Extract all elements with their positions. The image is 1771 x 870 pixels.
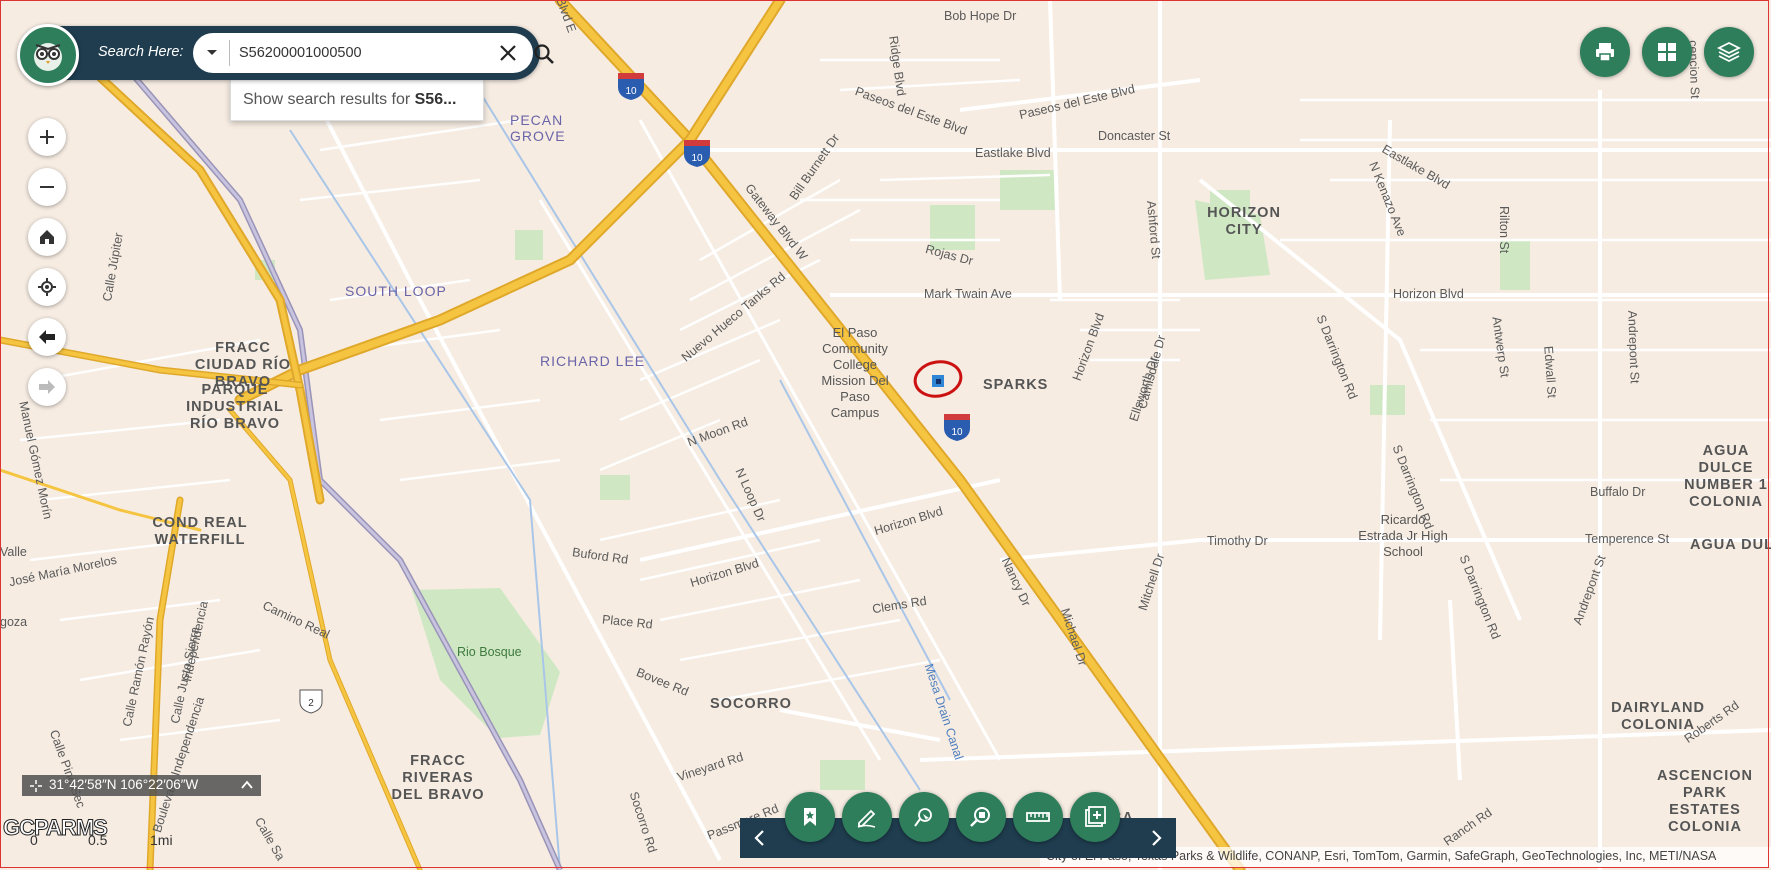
neighborhood-label: SOUTH LOOP — [345, 283, 447, 299]
street-label: Temperence St — [1585, 532, 1670, 546]
search-area-button[interactable] — [956, 792, 1006, 842]
suggestion-prefix: Show search results for — [243, 91, 415, 108]
search-label: Search Here: — [98, 44, 184, 60]
identify-button[interactable] — [899, 792, 949, 842]
bookmarks-button[interactable] — [785, 792, 835, 842]
crosshair-icon — [38, 278, 56, 296]
place-label: AGUA DULCE NUMBER 1 COLONIA — [1684, 443, 1768, 510]
measure-button[interactable] — [1013, 792, 1063, 842]
neighborhood-label: PECAN GROVE — [510, 112, 566, 144]
shield-label: 2 — [308, 698, 314, 709]
search-bar: Search Here: — [44, 26, 554, 80]
place-label: SPARKS — [983, 377, 1049, 393]
plus-icon — [40, 130, 54, 144]
chevron-left-icon[interactable] — [750, 828, 770, 848]
back-button[interactable] — [28, 318, 66, 356]
search-divider — [229, 40, 230, 66]
coordinates-readout: 31°42′58″N 106°22′06″W — [22, 775, 261, 796]
clear-search-button[interactable] — [498, 43, 518, 63]
street-label: Timothy Dr — [1207, 534, 1268, 548]
street-label: Doncaster St — [1098, 129, 1171, 143]
app-logo[interactable] — [17, 24, 79, 86]
print-icon — [1596, 43, 1614, 62]
search-button[interactable] — [533, 43, 555, 65]
place-label: HORIZON CITY — [1207, 205, 1281, 238]
minus-icon — [40, 186, 54, 188]
place-label: AGUA DULCE — [1690, 537, 1771, 553]
shield-label: 10 — [691, 153, 703, 164]
scale-zero: 0 — [30, 832, 38, 848]
street-label: Bob Hope Dr — [944, 9, 1017, 23]
place-label: FRACC RIVERAS DEL BRAVO — [391, 753, 485, 803]
place-label: PARQUE INDUSTRIAL RÍO BRAVO — [186, 382, 284, 432]
basemap-gallery-button[interactable] — [1642, 27, 1692, 77]
place-label: COND REAL WATERFILL — [152, 515, 248, 548]
close-icon — [500, 45, 516, 61]
chevron-up-icon[interactable] — [240, 779, 254, 791]
park-label: Rio Bosque — [457, 645, 522, 659]
street-label: Valle — [0, 545, 27, 559]
basemap: 10 10 10 2 — [0, 0, 1771, 870]
street-label: Rilton St — [1497, 206, 1511, 254]
neighborhood-label: RICHARD LEE — [540, 353, 646, 369]
zoom-out-button[interactable] — [28, 168, 66, 206]
locate-button[interactable] — [28, 268, 66, 306]
map-canvas[interactable]: 10 10 10 2 Bob Hope Dr Ridge Blvd Paseos… — [0, 0, 1771, 870]
grid-icon — [1658, 43, 1676, 61]
search-icon — [534, 44, 554, 64]
measure-icon — [1026, 812, 1050, 822]
caret-down-icon — [207, 50, 217, 55]
search-dropdown-button[interactable] — [203, 44, 221, 62]
arrow-right-icon — [39, 380, 55, 394]
poi-label: El Paso Community College Mission Del Pa… — [821, 325, 889, 420]
arrow-left-icon — [39, 330, 55, 344]
street-label: Buffalo Dr — [1590, 485, 1646, 499]
home-icon — [40, 230, 54, 244]
poi-label: Ricardo Estrada Jr High School — [1358, 512, 1448, 559]
place-label: DAIRYLAND COLONIA — [1611, 700, 1705, 733]
suggestion-term: S56... — [414, 91, 457, 108]
search-input[interactable] — [239, 39, 449, 67]
shield-label: 10 — [625, 86, 637, 97]
street-label: goza — [0, 615, 28, 629]
street-label: Eastlake Blvd — [975, 146, 1051, 160]
scale-mid: 0.5 — [88, 832, 108, 848]
identify-icon — [914, 808, 932, 827]
street-label: Horizon Blvd — [1393, 287, 1464, 301]
print-button[interactable] — [1580, 27, 1630, 77]
chevron-right-icon[interactable] — [1146, 828, 1166, 848]
shield-label: 10 — [951, 427, 963, 438]
place-label: SOCORRO — [710, 696, 792, 712]
forward-button[interactable] — [28, 368, 66, 406]
coordinates-text: 31°42′58″N 106°22′06″W — [49, 777, 199, 792]
street-label: Mark Twain Ave — [924, 287, 1012, 301]
layers-icon — [1717, 41, 1741, 63]
zoom-in-button[interactable] — [28, 118, 66, 156]
search-area-icon — [970, 807, 990, 827]
bookmark-icon — [804, 808, 816, 826]
layers-button[interactable] — [1704, 27, 1754, 77]
draw-icon — [857, 809, 876, 828]
home-button[interactable] — [28, 218, 66, 256]
search-box — [193, 33, 554, 73]
place-label: ASCENCION PARK ESTATES COLONIA — [1656, 768, 1753, 835]
add-data-button[interactable] — [1070, 792, 1120, 842]
street-label: Andrepont St — [1625, 310, 1642, 384]
search-suggestion[interactable]: Show search results for S56... — [230, 79, 484, 121]
draw-button[interactable] — [842, 792, 892, 842]
owl-logo-icon — [34, 43, 62, 71]
scale-end: 1mi — [150, 832, 173, 848]
add-data-icon — [1085, 806, 1106, 827]
crosshair-icon — [30, 780, 42, 792]
